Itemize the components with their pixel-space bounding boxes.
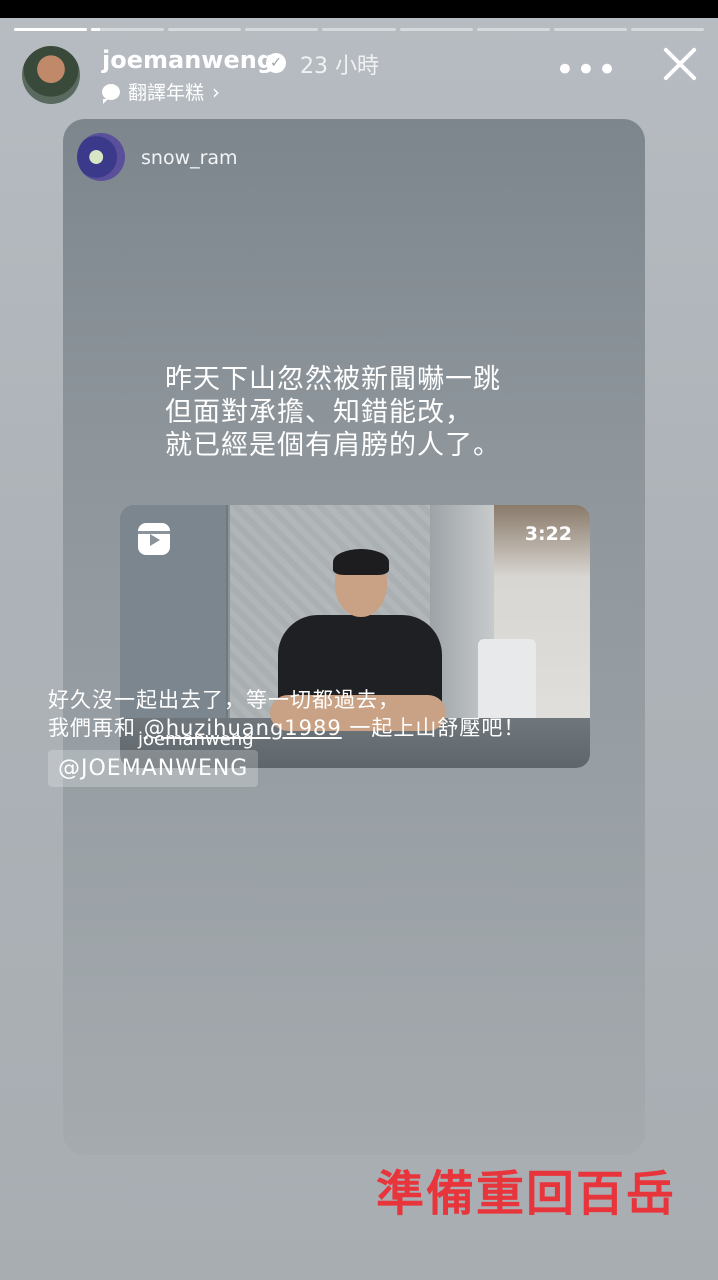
post-text: 昨天下山忽然被新聞嚇一跳 但面對承擔、知錯能改， 就已經是個有肩膀的人了。 <box>165 363 585 462</box>
shared-post-card[interactable]: snow_ram 昨天下山忽然被新聞嚇一跳 但面對承擔、知錯能改， 就已經是個有肩膀… <box>63 119 645 1155</box>
caption-line: 好久沒一起出去了，等一切都過去， <box>48 688 400 712</box>
username[interactable]: joemanweng <box>102 46 274 74</box>
post-caption: 好久沒一起出去了，等一切都過去， 我們再和 @huzihuang1989 一起上… <box>48 686 568 742</box>
mention-tag[interactable]: @JOEMANWENG <box>48 750 259 787</box>
progress-segment <box>399 28 473 31</box>
person-hair <box>333 549 389 575</box>
caption-text: 我們再和 <box>48 716 144 740</box>
translate-link[interactable]: 翻譯年糕 › <box>102 78 220 105</box>
story-header: joemanweng ✓ 23 小時 翻譯年糕 › ••• <box>22 44 700 110</box>
progress-segment <box>245 28 319 31</box>
verified-badge-icon: ✓ <box>266 53 286 73</box>
post-text-line: 就已經是個有肩膀的人了。 <box>165 430 501 461</box>
caption-line: 我們再和 @huzihuang1989 一起上山舒壓吧！ <box>48 714 568 742</box>
progress-segment <box>476 28 550 31</box>
progress-segment <box>322 28 396 31</box>
chevron-right-icon: › <box>212 79 221 104</box>
translate-label: 翻譯年糕 <box>128 82 205 104</box>
post-time: 23 小時 <box>300 54 379 79</box>
status-bar <box>0 0 718 18</box>
reels-icon <box>138 523 170 555</box>
more-options-icon[interactable]: ••• <box>555 50 618 90</box>
avatar[interactable] <box>22 46 80 104</box>
post-text-line: 但面對承擔、知錯能改， <box>165 397 473 428</box>
progress-segment <box>14 28 88 31</box>
caption-text: 一起上山舒壓吧！ <box>341 716 526 740</box>
speech-bubble-icon <box>102 83 120 104</box>
video-duration: 3:22 <box>524 523 572 545</box>
story-progress-bar <box>14 28 704 31</box>
progress-segment <box>553 28 627 31</box>
shared-post-username[interactable]: snow_ram <box>141 147 238 169</box>
mention-link[interactable]: @huzihuang1989 <box>144 716 342 740</box>
post-text-line: 昨天下山忽然被新聞嚇一跳 <box>165 364 501 395</box>
progress-segment <box>630 28 704 31</box>
progress-segment-active <box>91 28 165 31</box>
avatar[interactable] <box>77 133 125 181</box>
close-icon[interactable] <box>660 44 700 84</box>
overlay-caption: 準備重回百岳 <box>376 1166 677 1222</box>
progress-segment <box>168 28 242 31</box>
